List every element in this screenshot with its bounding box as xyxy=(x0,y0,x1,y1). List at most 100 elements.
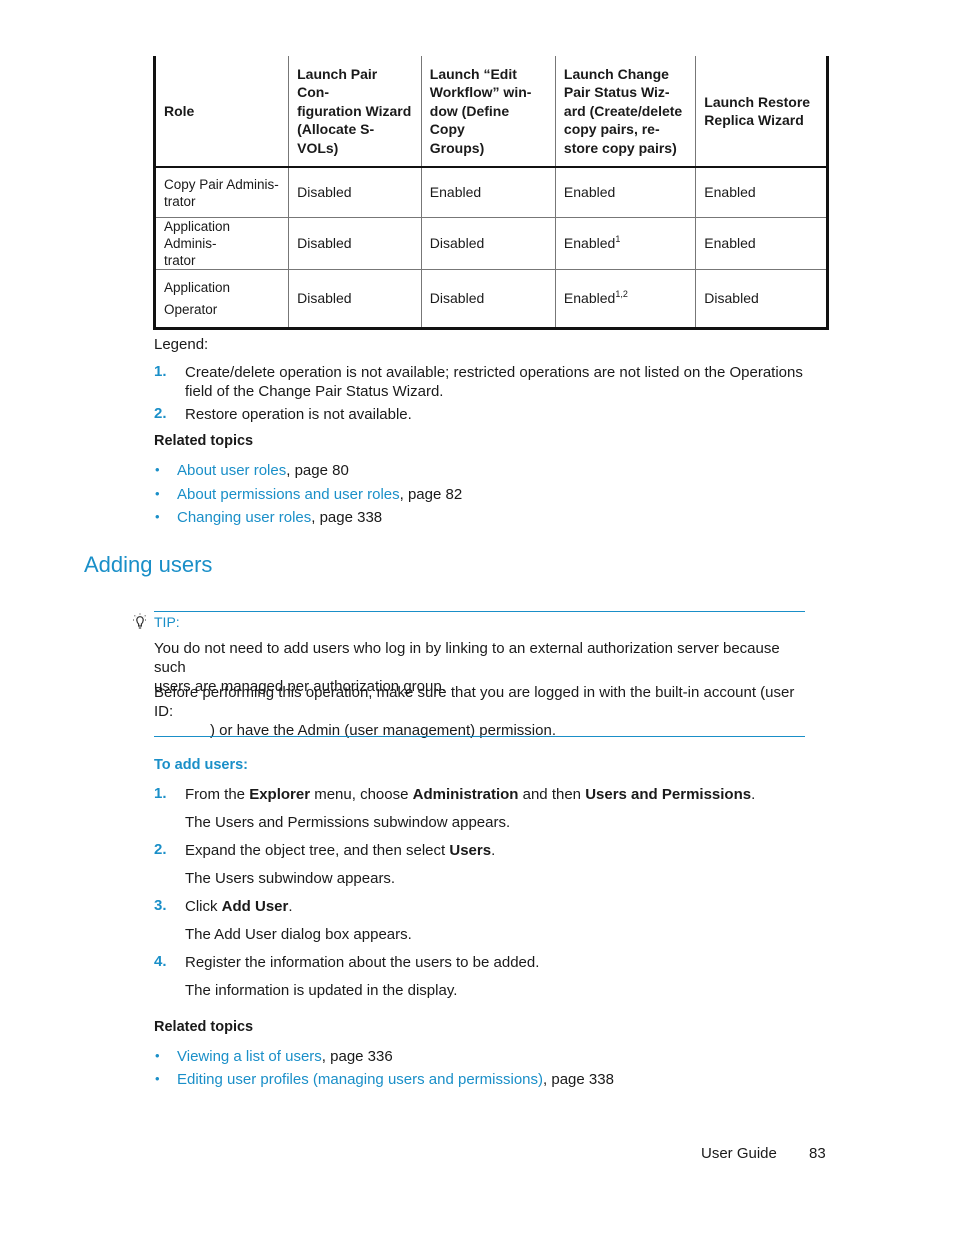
permission-value: Disabled xyxy=(429,235,485,252)
step-text: . xyxy=(288,898,293,915)
permission-value: Enabled xyxy=(704,184,756,201)
tip-label: TIP: xyxy=(154,614,180,630)
legend-item: Restore operation is not available. xyxy=(185,405,825,424)
header-line: figuration Wizard xyxy=(297,102,412,119)
permission-value: Disabled xyxy=(297,290,352,307)
header-line: Replica Wizard xyxy=(704,112,804,128)
related-topic-link[interactable]: Editing user profiles (managing users an… xyxy=(177,1071,543,1088)
header-line: Launch Pair Con- xyxy=(297,65,378,101)
related-topics-heading-2: Related topics xyxy=(154,1019,254,1035)
bullet-icon: • xyxy=(155,1048,160,1063)
related-topic-link[interactable]: Changing user roles xyxy=(177,509,311,526)
permission-cell: Disabled xyxy=(420,269,556,330)
role-line: Operator xyxy=(164,302,218,317)
related-topic-link[interactable]: Viewing a list of users xyxy=(177,1048,322,1065)
step-result: The Users and Permissions subwindow appe… xyxy=(185,814,511,831)
footnote-ref: 1,2 xyxy=(615,289,628,300)
step-result: The information is updated in the displa… xyxy=(185,982,458,999)
column-header: Role xyxy=(152,56,290,168)
permission-value: Enabled xyxy=(429,184,482,201)
role-line: trator xyxy=(164,193,196,209)
header-line: store copy pairs) xyxy=(563,139,677,156)
bullet-icon: • xyxy=(155,509,160,524)
page-number: 83 xyxy=(809,1145,826,1162)
column-header: Launch Restore Replica Wizard xyxy=(695,56,829,168)
role-line: Application Adminis- xyxy=(164,219,231,251)
permission-cell: Disabled xyxy=(288,217,422,270)
header-line: Launch “Edit xyxy=(429,65,517,82)
legend-line: field of the Change Pair Status Wizard. xyxy=(185,383,444,400)
step-instruction: Click Add User. xyxy=(185,897,293,916)
permission-cell: Enabled xyxy=(695,167,829,218)
related-topic-link[interactable]: About user roles xyxy=(177,462,286,479)
page-reference: , page 338 xyxy=(311,509,383,526)
legend-line: Create/delete operation is not available… xyxy=(185,364,803,381)
header-line: Launch Restore xyxy=(704,93,811,110)
tip-line: Before performing this operation, make s… xyxy=(154,684,795,720)
column-header: Launch Change Pair Status Wiz-ard (Create… xyxy=(554,56,697,168)
permission-cell: Disabled xyxy=(288,167,422,218)
step-text: . xyxy=(491,842,496,859)
tip-line: You do not need to add users who log in … xyxy=(154,640,780,676)
step-number: 1. xyxy=(154,785,167,802)
related-topic-item: Viewing a list of users, page 336 xyxy=(177,1047,393,1066)
role-line: trator xyxy=(164,253,196,268)
step-result: The Users subwindow appears. xyxy=(185,870,396,887)
related-topic-item: Changing user roles, page 338 xyxy=(177,508,382,527)
related-topic-item: About user roles, page 80 xyxy=(177,461,349,480)
step-text: Register the information about the users… xyxy=(185,954,540,971)
permission-value: Disabled xyxy=(429,290,485,307)
role-cell: Application Operator xyxy=(152,269,290,330)
legend-number: 1. xyxy=(154,363,167,380)
permission-cell: Disabled xyxy=(695,269,829,330)
related-topic-item: About permissions and user roles, page 8… xyxy=(177,485,462,504)
permission-value: Enabled xyxy=(563,235,616,252)
header-line: ard (Create/delete xyxy=(563,102,683,119)
step-instruction: Expand the object tree, and then select … xyxy=(185,841,495,860)
step-number: 2. xyxy=(154,841,167,858)
step-text: menu, choose xyxy=(310,786,413,803)
tip-paragraph-2: Before performing this operation, make s… xyxy=(154,683,814,740)
step-instruction: From the Explorer menu, choose Administr… xyxy=(185,785,755,804)
step-text: . xyxy=(751,786,756,803)
permission-cell: Enabled1,2 xyxy=(554,269,697,330)
permission-cell: Enabled1 xyxy=(554,217,697,270)
permission-value: Disabled xyxy=(704,290,759,307)
legend-item: Create/delete operation is not available… xyxy=(185,363,825,401)
page-reference: , page 80 xyxy=(286,462,349,479)
column-header: Launch Pair Con-figuration Wizard (Alloca… xyxy=(288,56,422,168)
step-text: From the xyxy=(185,786,250,803)
legend-line: Restore operation is not available. xyxy=(185,406,412,423)
procedure-heading: To add users: xyxy=(154,757,248,773)
role-cell: Application Adminis-trator xyxy=(152,217,290,270)
tip-bottom-rule xyxy=(154,736,805,737)
permission-value: Disabled xyxy=(297,235,352,252)
page-reference: , page 338 xyxy=(543,1071,614,1088)
permission-cell: Enabled xyxy=(420,167,556,218)
ui-term: Explorer xyxy=(249,786,311,803)
permission-cell: Disabled xyxy=(420,217,556,270)
bullet-icon: • xyxy=(155,1071,160,1086)
header-line: Pair Status Wiz- xyxy=(563,84,670,101)
step-text: Click xyxy=(185,898,222,915)
page-reference: , page 82 xyxy=(399,486,463,503)
ui-term: Users xyxy=(449,842,492,859)
footnote-ref: 1 xyxy=(615,234,621,245)
header-line: Role xyxy=(164,102,195,119)
permission-value: Enabled xyxy=(563,184,616,201)
permission-value: Enabled xyxy=(704,235,756,252)
permission-cell: Disabled xyxy=(288,269,422,330)
related-topic-link[interactable]: About permissions and user roles xyxy=(177,486,400,503)
related-topics-heading: Related topics xyxy=(154,433,254,449)
step-text: and then xyxy=(518,786,586,803)
header-line: (Allocate S-VOLs) xyxy=(297,121,375,156)
permission-cell: Enabled xyxy=(554,167,697,218)
step-number: 3. xyxy=(154,897,167,914)
tip-top-rule xyxy=(154,611,805,612)
tip-line: ) or have the Admin (user management) pe… xyxy=(210,722,556,739)
permissions-table: Role Launch Pair Con-figuration Wizard (Al… xyxy=(152,56,829,330)
table-row: Application Operator Disabled Disabled Enabl… xyxy=(152,269,829,330)
page-reference: , page 336 xyxy=(321,1048,393,1065)
legend-label: Legend: xyxy=(154,336,209,353)
ui-term: Add User xyxy=(221,898,289,915)
